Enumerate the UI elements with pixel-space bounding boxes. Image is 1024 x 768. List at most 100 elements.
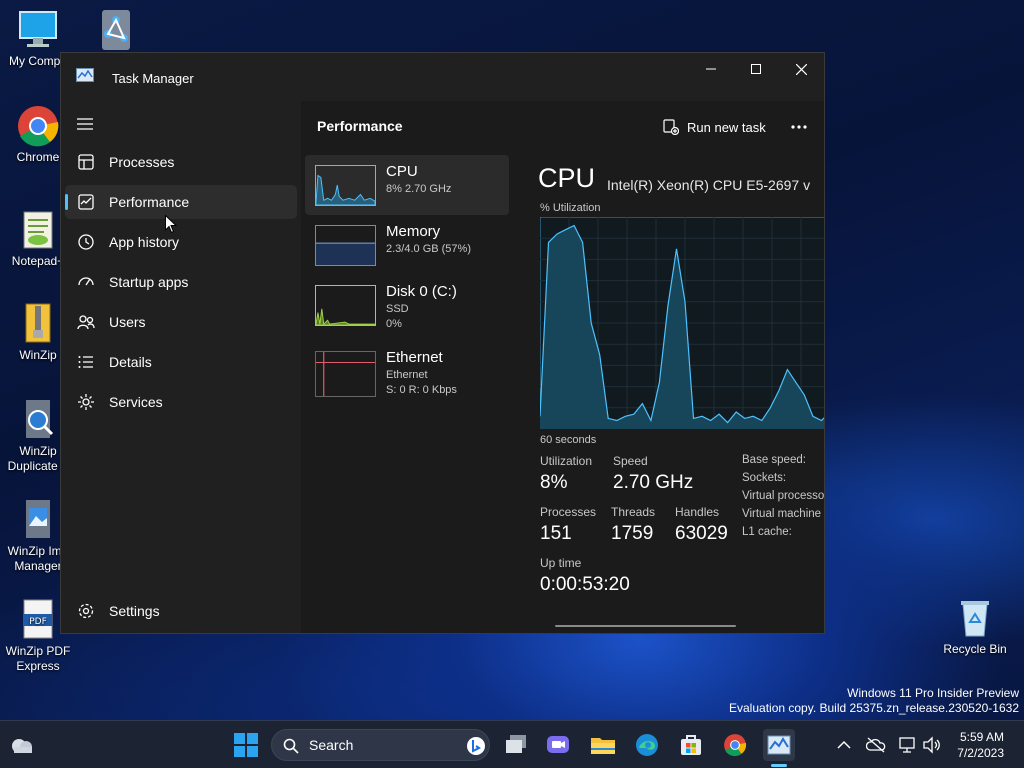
winzip-pdf-icon: PDF [23,599,53,639]
store-button[interactable] [675,729,707,761]
minimize-button[interactable] [688,53,734,85]
chrome-icon [18,106,59,147]
mouse-cursor-icon [165,215,177,234]
spec-base-speed: Base speed: [742,454,806,466]
network-icon [899,737,915,753]
ethernet-thumbnail-graph [315,351,376,397]
resource-sub: Ethernet [386,369,428,381]
teams-chat-button[interactable] [542,729,574,761]
processes-label: Processes [540,505,597,519]
window-title: Task Manager [112,71,194,86]
clock-time: 5:59 AM [959,730,1004,744]
resource-sub: 8% 2.70 GHz [386,183,452,195]
time-axis-label: 60 seconds [540,434,597,446]
speed-value: 2.70 GHz [613,472,694,493]
nav-item-details[interactable]: Details [65,345,297,379]
nav-label: Details [109,354,152,370]
resource-memory[interactable]: Memory 2.3/4.0 GB (57%) [305,215,509,275]
weather-cloud-icon [12,739,32,753]
nav-label: Startup apps [109,274,189,290]
widgets-button[interactable] [6,729,38,761]
folder-icon [591,738,615,754]
history-icon [78,234,94,250]
resource-ethernet[interactable]: Ethernet Ethernet S: 0 R: 0 Kbps [305,341,509,401]
run-new-task-button[interactable]: Run new task [663,113,766,141]
desktop-icon-label: WinZip PDF Express [5,644,71,673]
nav-item-users[interactable]: Users [65,305,297,339]
nav-label: Users [109,314,146,330]
chevron-up-icon [837,740,851,749]
disk-thumbnail-graph [315,285,376,326]
spec-virtual-machine: Virtual machine [742,508,822,520]
watermark-line-1: Windows 11 Pro Insider Preview [847,686,1019,700]
threads-label: Threads [611,505,656,519]
task-view-button[interactable] [500,729,532,761]
title-bar[interactable]: Task Manager [61,53,824,101]
nav-item-app-history[interactable]: App history [65,225,297,259]
more-options-icon [791,125,807,129]
nav-item-performance[interactable]: Performance [65,185,297,219]
clock-date: 7/2/2023 [957,746,1004,760]
nav-item-settings[interactable]: Settings [65,594,297,628]
spec-virtual-processors: Virtual processo [742,490,825,502]
resource-name: Memory [386,223,441,240]
resource-name: Ethernet [386,349,443,366]
nav-label: Processes [109,154,175,170]
details-icon [78,356,93,368]
cpu-heading: CPU [538,163,596,193]
close-icon [795,63,807,75]
winzip-icon [25,303,51,343]
more-options-button[interactable] [785,113,813,141]
resource-sub: SSD [386,303,409,315]
onedrive-button[interactable] [860,729,892,761]
start-button[interactable] [230,729,262,761]
horizontal-scrollbar[interactable] [555,625,736,627]
handles-label: Handles [675,505,720,519]
nav-label: Performance [109,194,190,210]
resource-disk[interactable]: Disk 0 (C:) SSD 0% [305,275,509,335]
computer-icon [19,11,57,47]
cpu-utilization-graph [540,217,824,429]
uptime-label: Up time [540,556,582,570]
task-manager-window: Task Manager Processes Performance App h… [60,52,825,634]
volume-button[interactable] [916,729,948,761]
maximize-button[interactable] [733,53,779,85]
resource-name: Disk 0 (C:) [386,283,457,300]
main-header: Performance Run new task [301,101,824,151]
handles-value: 63029 [675,523,728,544]
resource-name: CPU [386,163,418,180]
chrome-taskbar-button[interactable] [719,729,751,761]
watermark-line-2: Evaluation copy. Build 25375.zn_release.… [729,701,1019,715]
winzip-duplicate-icon [26,400,54,438]
maximize-icon [751,64,761,74]
speaker-icon [923,736,940,754]
settings-label: Settings [109,603,160,619]
winzip-image-icon [26,500,50,538]
task-manager-icon [767,735,791,755]
hamburger-menu-icon[interactable] [77,117,93,131]
utilization-axis-label: % Utilization [540,202,601,214]
performance-icon [78,194,94,210]
startup-icon [78,277,94,286]
desktop-icon-network-share[interactable] [78,8,154,54]
minimize-icon [706,68,716,70]
taskbar-search-box[interactable]: Search [271,729,490,761]
show-hidden-icons-button[interactable] [828,729,860,761]
edge-button[interactable] [631,729,663,761]
nav-item-services[interactable]: Services [65,385,297,419]
nav-item-startup-apps[interactable]: Startup apps [65,265,297,299]
network-share-icon [102,10,130,50]
nav-item-processes[interactable]: Processes [65,145,297,179]
resource-cpu[interactable]: CPU 8% 2.70 GHz [305,155,509,215]
file-explorer-button[interactable] [587,729,619,761]
close-button[interactable] [778,53,824,85]
main-panel: Performance Run new task CPU 8% 2.70 GHz [301,101,825,633]
desktop-icon-label: Recycle Bin [943,642,1007,656]
speed-label: Speed [613,454,648,468]
uptime-value: 0:00:53:20 [540,574,630,595]
taskbar-clock[interactable]: 5:59 AM 7/2/2023 [957,729,1004,761]
desktop-icon-recycle-bin[interactable]: Recycle Bin [937,596,1013,657]
task-manager-taskbar-button[interactable] [763,729,795,761]
active-app-indicator [771,764,787,767]
task-manager-app-icon [76,68,94,82]
